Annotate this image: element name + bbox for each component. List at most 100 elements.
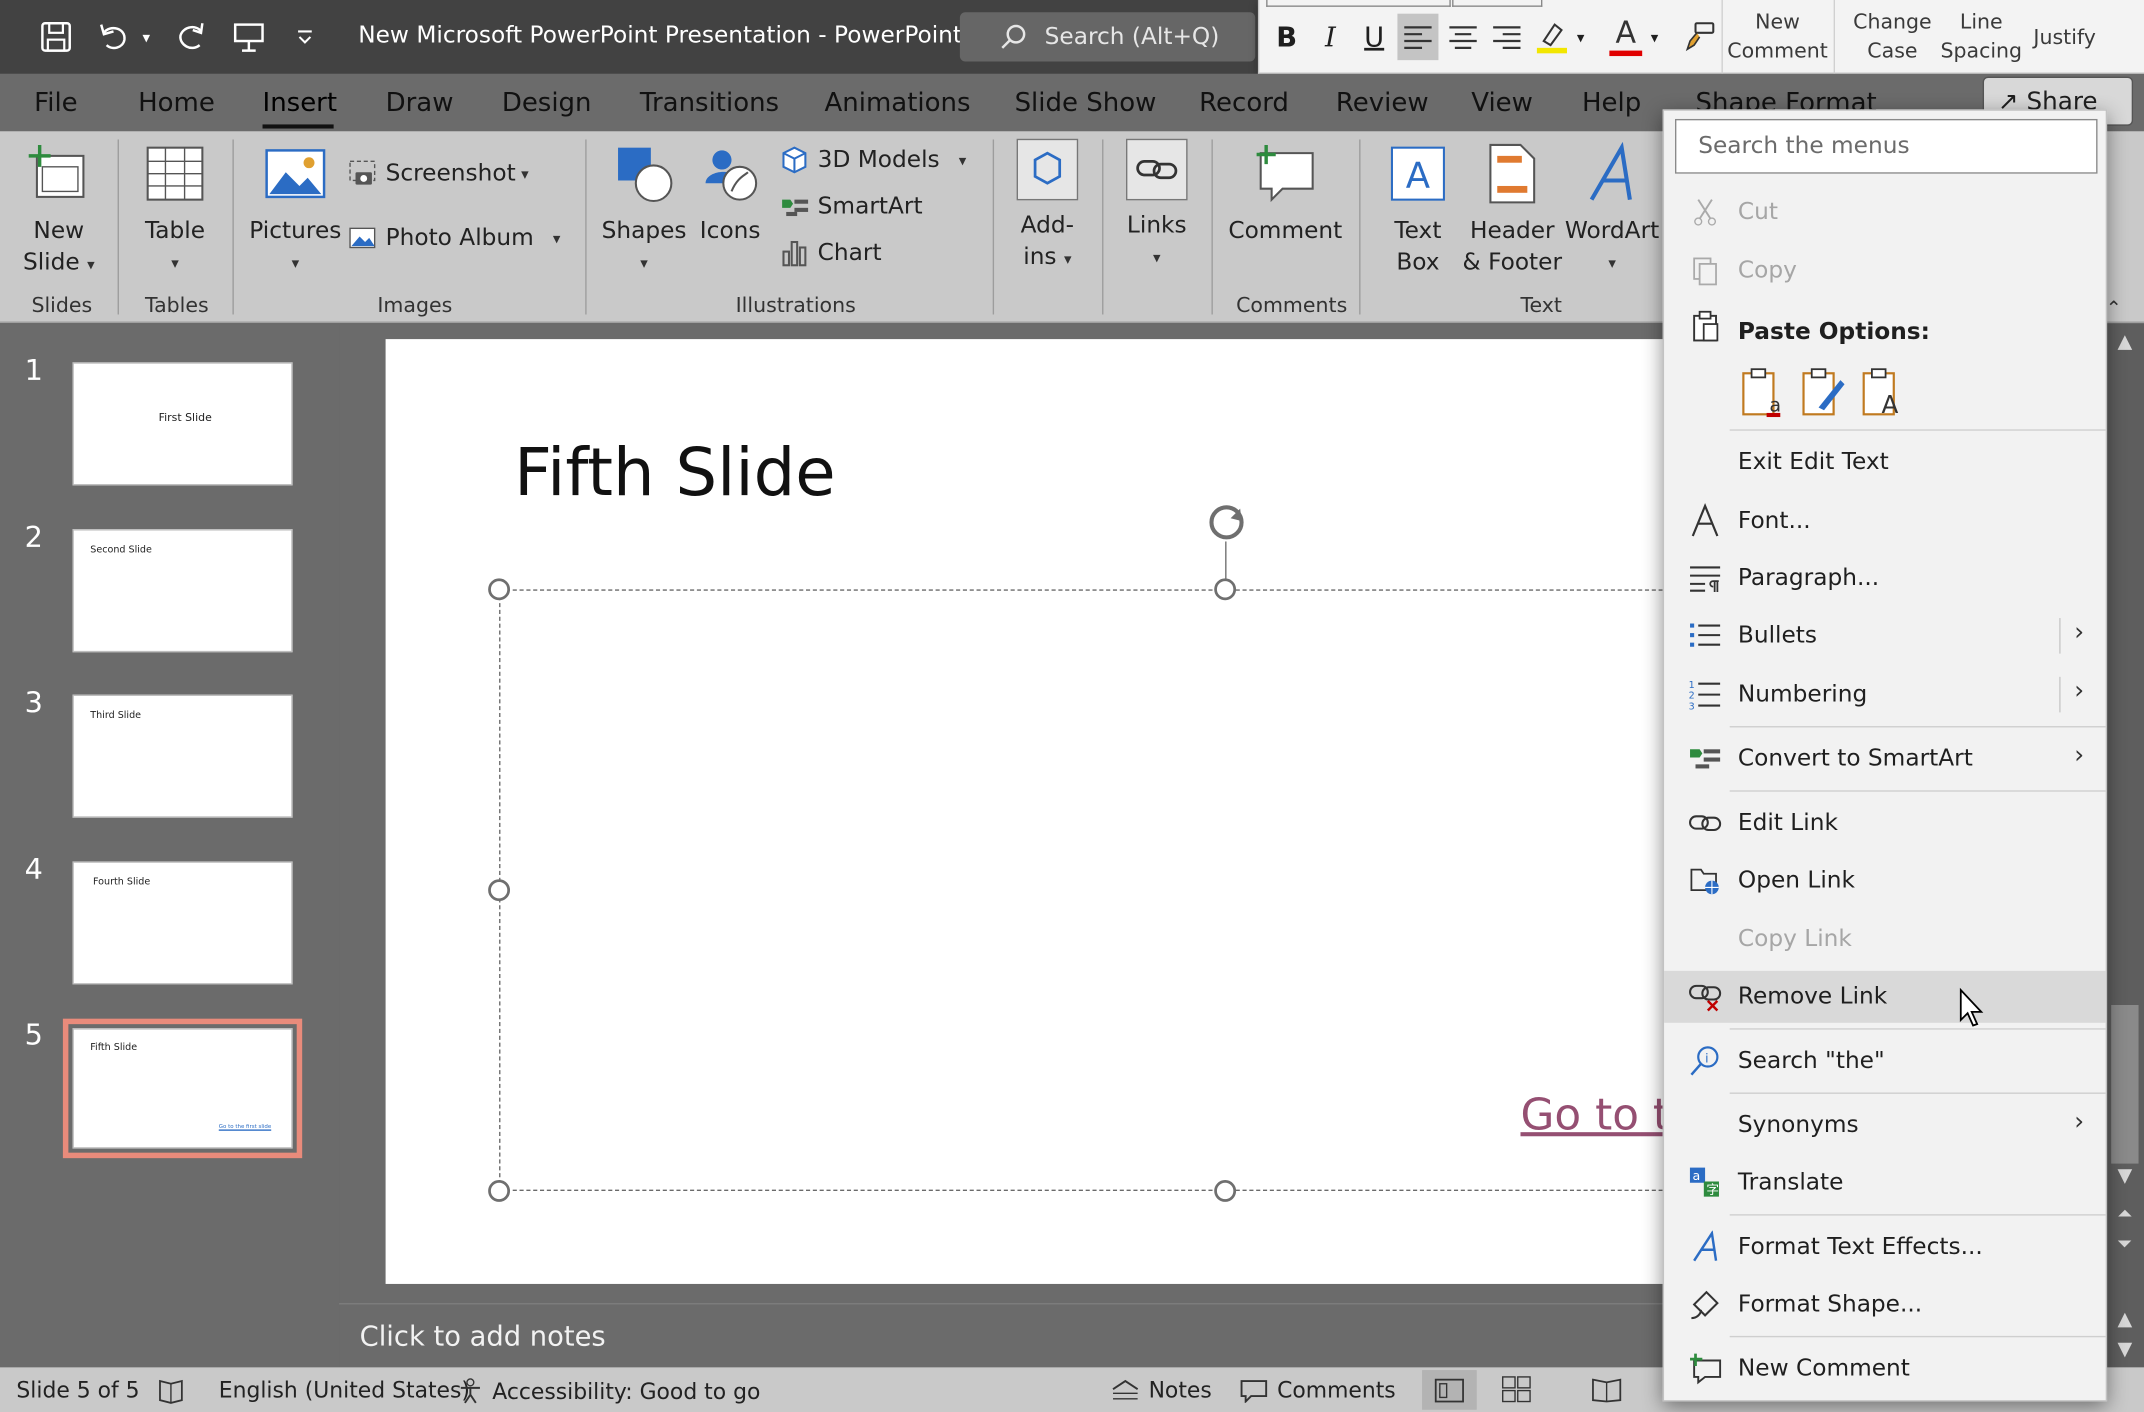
italic-button[interactable]: I [1311, 14, 1349, 60]
change-case-button[interactable]: Change Case [1842, 8, 1943, 65]
menu-item-edit-link[interactable]: Edit Link [1664, 797, 2106, 849]
resize-handle-bottom-left[interactable] [488, 1180, 511, 1202]
notes-toggle-button[interactable]: Notes [1110, 1377, 1212, 1403]
new-comment-mini-button[interactable]: New Comment [1727, 8, 1828, 65]
slide-thumbnail-3[interactable]: Third Slide [72, 694, 293, 818]
shapes-button[interactable]: Shapes ▾ [602, 142, 687, 279]
spelling-check-icon[interactable] [156, 1377, 186, 1404]
scroll-down-icon[interactable]: ▼ [2111, 1162, 2138, 1189]
tab-view[interactable]: View [1471, 88, 1533, 118]
slide-sorter-icon[interactable] [1501, 1376, 1531, 1403]
resize-handle-top-left[interactable] [488, 578, 511, 601]
tab-animations[interactable]: Animations [825, 88, 971, 118]
next-slide-icon[interactable]: ⏷ [2111, 1231, 2138, 1258]
bold-button[interactable]: B [1268, 14, 1306, 60]
comment-button[interactable]: Comment [1228, 142, 1343, 247]
menu-item-convert-to-smartart[interactable]: Convert to SmartArt › [1664, 733, 2106, 785]
menu-item-exit-edit-text[interactable]: Exit Edit Text [1664, 436, 2106, 488]
addins-button[interactable]: Add- ins ▾ [1009, 137, 1086, 275]
highlight-button[interactable] [1533, 14, 1571, 60]
font-color-button[interactable]: A [1607, 14, 1645, 60]
menu-item-copy[interactable]: Copy [1664, 245, 2106, 297]
scroll-down-notes-icon[interactable]: ▼ [2111, 1336, 2138, 1363]
3d-models-button[interactable]: 3D Models ▾ [779, 145, 966, 175]
menu-item-numbering[interactable]: 123 Numbering › [1664, 669, 2106, 721]
menu-item-new-comment[interactable]: New Comment [1664, 1343, 2106, 1395]
menu-item-format-text-effects[interactable]: Format Text Effects... [1664, 1221, 2106, 1273]
resize-handle-left[interactable] [488, 879, 511, 902]
menu-item-copy-link[interactable]: Copy Link [1664, 913, 2106, 965]
photo-album-button[interactable]: Photo Album ▾ [347, 223, 560, 253]
align-left-button[interactable] [1397, 13, 1439, 61]
tab-help[interactable]: Help [1582, 88, 1641, 118]
highlight-dropdown-icon[interactable]: ▾ [1571, 14, 1590, 60]
smartart-button[interactable]: SmartArt [779, 191, 923, 221]
present-from-beginning-icon[interactable] [228, 16, 269, 57]
notes-pane[interactable]: Click to add notes [339, 1303, 1663, 1368]
wordart-button[interactable]: WordArt ▾ [1564, 142, 1660, 279]
save-icon[interactable] [36, 16, 77, 57]
tab-home[interactable]: Home [138, 88, 215, 118]
pictures-button[interactable]: Pictures ▾ [249, 142, 342, 279]
accessibility-status[interactable]: Accessibility: Good to go [457, 1377, 760, 1404]
customize-quick-access-icon[interactable] [287, 16, 323, 57]
links-button[interactable]: Links ▾ [1118, 137, 1195, 274]
undo-icon[interactable] [93, 16, 134, 57]
vertical-scrollbar[interactable]: ▲ ▼ ⏶ ⏷ ▲ ▼ [2105, 324, 2144, 1368]
font-size-box[interactable] [1452, 0, 1543, 7]
menu-search-input[interactable]: Search the menus [1675, 118, 2098, 174]
paste-keep-text-only-icon[interactable]: A [1858, 365, 1907, 420]
rotate-handle-icon[interactable] [1202, 498, 1251, 547]
chart-button[interactable]: Chart [779, 238, 882, 268]
tab-record[interactable]: Record [1199, 88, 1289, 118]
menu-item-format-shape[interactable]: Format Shape... [1664, 1278, 2106, 1330]
justify-button[interactable]: Justify [2031, 23, 2099, 52]
tab-insert[interactable]: Insert [263, 88, 338, 118]
reading-view-icon[interactable] [1592, 1376, 1622, 1403]
language-indicator[interactable]: English (United States) [219, 1377, 470, 1403]
menu-item-font[interactable]: Font... [1664, 495, 2106, 547]
tab-design[interactable]: Design [502, 88, 592, 118]
tab-review[interactable]: Review [1336, 88, 1429, 118]
menu-item-bullets[interactable]: Bullets › [1664, 610, 2106, 662]
menu-item-synonyms[interactable]: Synonyms › [1664, 1099, 2106, 1151]
scrollbar-thumb[interactable] [2111, 1005, 2139, 1164]
line-spacing-button[interactable]: Line Spacing [1935, 8, 2028, 65]
paste-merge-formatting-icon[interactable] [1798, 365, 1847, 420]
menu-item-cut[interactable]: Cut [1664, 186, 2106, 238]
scroll-up-notes-icon[interactable]: ▲ [2111, 1306, 2138, 1333]
menu-item-open-link[interactable]: Open Link [1664, 855, 2106, 907]
menu-item-search[interactable]: i Search "the" [1664, 1035, 2106, 1087]
comments-toggle-button[interactable]: Comments [1239, 1377, 1396, 1403]
slide-thumbnail-4[interactable]: Fourth Slide [72, 861, 293, 985]
tab-draw[interactable]: Draw [386, 88, 454, 118]
menu-item-translate[interactable]: a字 Translate [1664, 1157, 2106, 1209]
slide-thumbnail-5[interactable]: Fifth Slide Go to the first slide [62, 1018, 303, 1159]
previous-slide-icon[interactable]: ⏶ [2111, 1201, 2138, 1228]
align-right-button[interactable] [1488, 14, 1526, 60]
text-box-button[interactable]: A Text Box [1378, 142, 1457, 279]
search-box[interactable]: Search (Alt+Q) [959, 12, 1256, 62]
slide-hyperlink-text[interactable]: Go to t [1520, 1088, 1670, 1140]
format-painter-button[interactable] [1680, 14, 1718, 60]
icons-button[interactable]: Icons [695, 142, 766, 247]
collapse-ribbon-icon[interactable]: ⌃ [2106, 298, 2122, 320]
resize-handle-bottom[interactable] [1214, 1180, 1237, 1202]
new-slide-button[interactable]: New Slide ▾ [14, 142, 104, 280]
slide-title[interactable]: Fifth Slide [514, 435, 836, 512]
normal-view-icon[interactable] [1422, 1370, 1477, 1410]
paste-keep-source-formatting-icon[interactable]: a [1738, 365, 1787, 420]
table-button[interactable]: Table ▾ [134, 142, 216, 279]
tab-slide-show[interactable]: Slide Show [1015, 88, 1157, 118]
header-footer-button[interactable]: Header & Footer [1460, 142, 1564, 279]
redo-icon[interactable] [171, 16, 212, 57]
undo-dropdown-icon[interactable]: ▾ [134, 16, 159, 57]
tab-transitions[interactable]: Transitions [640, 88, 779, 118]
slide-thumbnail-2[interactable]: Second Slide [72, 529, 293, 653]
align-center-button[interactable] [1444, 14, 1482, 60]
underline-button[interactable]: U [1355, 14, 1393, 60]
content-placeholder[interactable] [499, 589, 1663, 1191]
resize-handle-top[interactable] [1214, 578, 1237, 601]
tab-file[interactable]: File [34, 88, 77, 118]
screenshot-button[interactable]: Screenshot ▾ [347, 159, 529, 189]
